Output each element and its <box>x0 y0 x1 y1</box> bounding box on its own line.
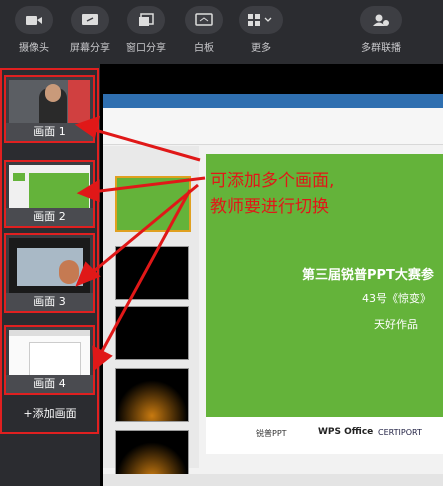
callout-line-1: 可添加多个画面, <box>210 171 335 191</box>
window-share-button[interactable]: 窗口分享 <box>120 6 172 58</box>
scene-3-label: 画面 3 <box>6 293 93 311</box>
scene-2-thumb[interactable]: 画面 2 <box>4 160 95 228</box>
ppt-window: 第三届锐普PPT大赛参 43号《惊变》 天好作品 锐普PPT WPS Offic… <box>103 94 443 486</box>
slide-author: 天好作品 <box>374 318 418 331</box>
add-scene-button[interactable]: +添加画面 <box>0 405 100 421</box>
slide-thumb-2[interactable] <box>115 246 189 300</box>
ppt-tabbar <box>103 94 443 108</box>
logo-wps: WPS Office <box>318 427 374 437</box>
slide-title: 第三届锐普PPT大赛参 <box>302 268 434 283</box>
camera-label: 摄像头 <box>19 43 49 54</box>
scene-1-thumb[interactable]: 画面 1 <box>4 75 95 143</box>
whiteboard-icon <box>195 13 213 26</box>
camera-icon <box>26 16 42 25</box>
window-share-label: 窗口分享 <box>126 43 166 54</box>
slide-subtitle: 43号《惊变》 <box>362 292 431 305</box>
scene-4-label: 画面 4 <box>6 375 93 393</box>
multi-group-icon <box>373 14 389 26</box>
logo-ruipu: 锐普PPT <box>256 429 287 438</box>
slide-thumb-4[interactable] <box>115 368 189 422</box>
more-label: 更多 <box>251 43 271 54</box>
multi-group-button[interactable]: 多群联播 <box>354 6 408 58</box>
whiteboard-label: 白板 <box>194 43 214 54</box>
grid-icon <box>248 14 272 26</box>
screen-share-button[interactable]: 屏幕分享 <box>64 6 116 58</box>
slide-list <box>103 146 199 484</box>
scene-3-preview <box>9 238 90 298</box>
shared-screen: 第三届锐普PPT大赛参 43号《惊变》 天好作品 锐普PPT WPS Offic… <box>100 64 443 486</box>
callout-line-2: 教师要进行切换 <box>210 197 329 217</box>
whiteboard-button[interactable]: 白板 <box>178 6 230 58</box>
ppt-statusbar <box>103 474 443 486</box>
screen-share-label: 屏幕分享 <box>70 43 110 54</box>
slide-logos: 锐普PPT WPS Office CERTIPORT <box>206 417 443 454</box>
screen-share-icon <box>82 14 98 25</box>
scene-3-thumb[interactable]: 画面 3 <box>4 233 95 313</box>
scene-1-label: 画面 1 <box>6 123 93 141</box>
ppt-ribbon <box>103 108 443 145</box>
logo-certiport: CERTIPORT <box>378 428 422 437</box>
annotation-callout: 可添加多个画面, 教师要进行切换 <box>210 168 410 220</box>
camera-button[interactable]: 摄像头 <box>8 6 60 58</box>
window-share-icon <box>139 13 154 26</box>
more-button[interactable]: 更多 <box>235 6 287 58</box>
slide-thumb-3[interactable] <box>115 306 189 360</box>
scene-4-thumb[interactable]: 画面 4 <box>4 325 95 395</box>
slide-thumb-1[interactable] <box>115 176 191 232</box>
top-toolbar: 摄像头 屏幕分享 窗口分享 白板 更多 多群联播 <box>0 0 443 62</box>
multi-group-label: 多群联播 <box>361 43 401 54</box>
scene-2-label: 画面 2 <box>6 208 93 226</box>
